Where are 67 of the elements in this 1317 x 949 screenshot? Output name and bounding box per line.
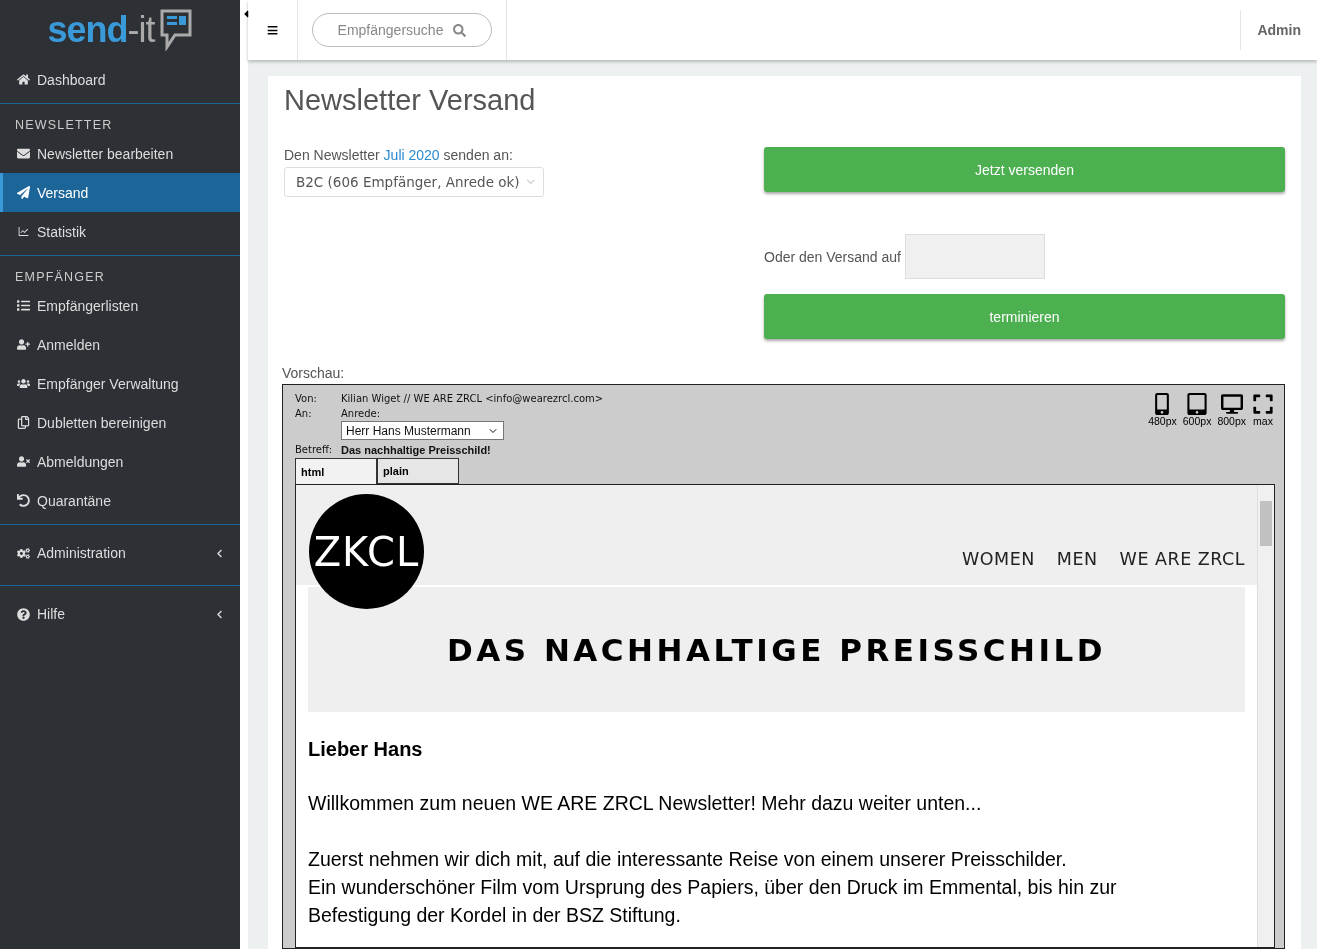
size-button[interactable]: 480px bbox=[1148, 393, 1177, 456]
intro-text: Den Newsletter Juli 2020 senden an: bbox=[284, 147, 514, 163]
speech-bubble-icon bbox=[158, 9, 193, 51]
date-field[interactable] bbox=[905, 234, 1045, 279]
from-label: Von: bbox=[295, 393, 318, 404]
list-icon bbox=[17, 299, 30, 312]
size-button[interactable]: 800px bbox=[1217, 393, 1246, 456]
sidebar-item[interactable]: Administration bbox=[0, 525, 240, 581]
users-icon bbox=[17, 377, 30, 390]
email-nav-link[interactable]: WE ARE ZRCL bbox=[1119, 549, 1245, 569]
preview-tab[interactable]: html bbox=[295, 458, 377, 484]
sidebar-item[interactable]: Newsletter bearbeiten bbox=[0, 134, 240, 173]
line-chart-icon bbox=[17, 225, 30, 238]
sidebar-item[interactable]: Statistik bbox=[0, 212, 240, 251]
salutation-select[interactable]: Herr Hans Mustermann bbox=[341, 421, 504, 440]
tablet-icon bbox=[1186, 393, 1209, 415]
sidebar-item[interactable]: Empfänger Verwaltung bbox=[0, 364, 240, 403]
undo-icon bbox=[17, 494, 30, 507]
size-button[interactable]: 600px bbox=[1182, 393, 1212, 456]
email-nav-link[interactable]: WOMEN bbox=[962, 549, 1035, 569]
schedule-label: Oder den Versand auf bbox=[764, 248, 901, 265]
email-nav-link[interactable]: MEN bbox=[1056, 549, 1098, 569]
salutation-label: Anrede: bbox=[341, 408, 382, 419]
to-label: An: bbox=[295, 408, 313, 421]
section-header: EMPFÄNGER bbox=[14, 269, 106, 286]
preview-label: Vorschau: bbox=[282, 365, 346, 381]
home-icon bbox=[17, 73, 30, 86]
search-icon bbox=[453, 23, 467, 37]
chevron-icon bbox=[215, 609, 224, 619]
paper-plane-icon bbox=[17, 186, 30, 199]
preview-tab[interactable]: plain bbox=[377, 458, 459, 484]
scrollbar[interactable] bbox=[1257, 485, 1274, 947]
logo: send-it bbox=[47, 9, 155, 51]
list-select[interactable]: B2C (606 Empfänger, Anrede ok) bbox=[284, 167, 544, 197]
subject-label: Betreff: bbox=[295, 444, 334, 456]
sidebar-item[interactable]: Dashboard bbox=[0, 60, 240, 99]
user-menu[interactable]: Admin bbox=[1240, 10, 1317, 50]
expand-icon bbox=[1252, 393, 1274, 415]
gears-icon bbox=[17, 546, 30, 560]
menu-button[interactable]: ≡ bbox=[248, 0, 298, 60]
sidebar-item[interactable]: Anmelden bbox=[0, 325, 240, 364]
sidebar-item[interactable]: Empfängerlisten bbox=[0, 286, 240, 325]
sidebar-label: Administration bbox=[37, 545, 126, 561]
sidebar-item[interactable]: Dubletten bereinigen bbox=[0, 403, 240, 442]
email-headline: DAS NACHHALTIGE PREISSCHILD bbox=[308, 587, 1245, 712]
sidebar-item[interactable]: Abmeldungen bbox=[0, 442, 240, 481]
sidebar-item[interactable]: Versand bbox=[0, 173, 240, 212]
chevron-icon bbox=[215, 548, 224, 558]
user-times-icon bbox=[17, 455, 30, 468]
user-plus-icon bbox=[17, 338, 30, 351]
from-value: Kilian Wiget // WE ARE ZRCL <info@wearezrcl.com> bbox=[341, 393, 604, 404]
subject-value: Das nachhaltige Preisschild! bbox=[341, 444, 492, 456]
copy-icon bbox=[17, 416, 30, 429]
monitor-icon bbox=[1220, 393, 1243, 415]
sidebar-item[interactable]: Quarantäne bbox=[0, 481, 240, 520]
brand-logo: ZKCL bbox=[309, 494, 424, 609]
sidebar-item[interactable]: Hilfe bbox=[0, 586, 240, 642]
page-title: Newsletter Versand bbox=[284, 84, 537, 117]
sidebar-label: Hilfe bbox=[37, 606, 65, 622]
envelope-icon bbox=[17, 147, 30, 160]
email-paragraph: Willkommen zum neuen WE ARE ZRCL Newsletter! Mehr dazu weiter unten... bbox=[308, 791, 983, 816]
size-button[interactable]: max bbox=[1252, 393, 1274, 456]
newsletter-link[interactable]: Juli 2020 bbox=[383, 147, 440, 163]
email-greeting: Lieber Hans bbox=[308, 738, 424, 761]
help-icon bbox=[17, 607, 30, 621]
section-header: NEWSLETTER bbox=[14, 117, 114, 134]
email-paragraph: Zuerst nehmen wir dich mit, auf die interessante Reise von einem unserer Preisschilder. Ein wunderschöner Film vom Ursprung des Papiers, über den Druck im Emmental, bis hin zur Befestigung der Kordel in der BSZ Stiftung. bbox=[308, 847, 1118, 928]
